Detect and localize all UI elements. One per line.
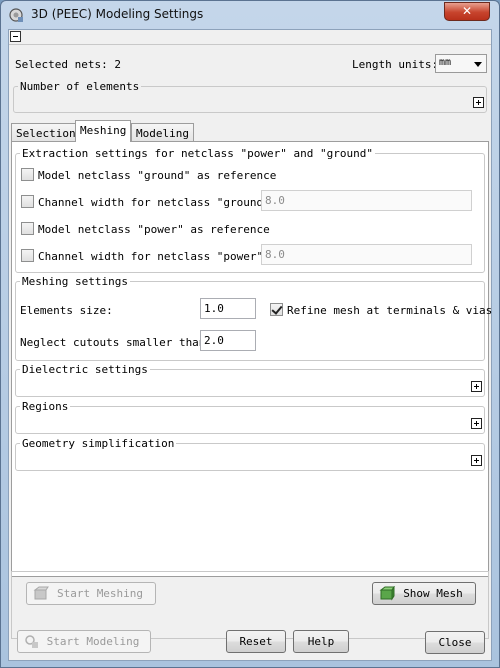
start-modeling-button[interactable]: Start Modeling bbox=[17, 630, 151, 653]
title-bar[interactable]: 3D (PEEC) Modeling Settings ✕ bbox=[1, 1, 499, 29]
modeling-icon bbox=[25, 635, 38, 648]
elements-size-label: Elements size: bbox=[20, 304, 113, 317]
dielectric-settings-title: Dielectric settings bbox=[20, 363, 150, 376]
close-button[interactable]: Close bbox=[425, 631, 485, 654]
power-reference-label: Model netclass "power" as reference bbox=[38, 223, 270, 236]
reset-button[interactable]: Reset bbox=[226, 630, 286, 653]
chevron-down-icon bbox=[474, 62, 482, 67]
geometry-simplification-group: Geometry simplification bbox=[15, 437, 485, 471]
dialog-client-area: Selected nets: 2 Length units: mm Number… bbox=[8, 29, 492, 661]
ground-reference-label: Model netclass "ground" as reference bbox=[38, 169, 277, 182]
length-units-label: Length units: bbox=[352, 58, 439, 71]
mesh-icon bbox=[33, 586, 49, 600]
extraction-settings-group: Extraction settings for netclass "power"… bbox=[15, 147, 485, 273]
dielectric-settings-group: Dielectric settings bbox=[15, 363, 485, 397]
start-meshing-button[interactable]: Start Meshing bbox=[26, 582, 156, 605]
power-channel-width-checkbox[interactable] bbox=[21, 249, 34, 262]
neglect-cutouts-field[interactable]: 2.0 bbox=[200, 330, 256, 351]
start-modeling-label: Start Modeling bbox=[46, 635, 140, 648]
ground-channel-width-field[interactable]: 8.0 bbox=[261, 190, 472, 211]
collapse-icon[interactable] bbox=[10, 31, 21, 42]
meshing-settings-title: Meshing settings bbox=[20, 275, 130, 288]
expand-regions-icon[interactable] bbox=[471, 418, 482, 429]
expand-dielectric-icon[interactable] bbox=[471, 381, 482, 392]
tab-modeling[interactable]: Modeling bbox=[131, 123, 194, 142]
meshing-actions-frame: Start Meshing Show Mesh bbox=[11, 571, 489, 639]
geometry-simplification-title: Geometry simplification bbox=[20, 437, 177, 450]
app-icon bbox=[9, 8, 23, 22]
length-units-value: mm bbox=[439, 57, 452, 68]
power-reference-checkbox[interactable] bbox=[21, 222, 34, 235]
help-button[interactable]: Help bbox=[293, 630, 349, 653]
show-mesh-label: Show Mesh bbox=[403, 587, 463, 600]
extraction-settings-title: Extraction settings for netclass "power"… bbox=[20, 147, 375, 160]
regions-title: Regions bbox=[20, 400, 71, 413]
start-meshing-label: Start Meshing bbox=[56, 587, 144, 600]
dialog-window: 3D (PEEC) Modeling Settings ✕ Selected n… bbox=[0, 0, 500, 668]
number-of-elements-title: Number of elements bbox=[18, 80, 142, 93]
power-channel-width-label: Channel width for netclass "power": bbox=[38, 250, 270, 263]
power-channel-width-field[interactable]: 8.0 bbox=[261, 244, 472, 265]
expand-number-of-elements-icon[interactable] bbox=[473, 97, 484, 108]
selected-nets-label: Selected nets: 2 bbox=[15, 58, 121, 71]
ground-reference-checkbox[interactable] bbox=[21, 168, 34, 181]
tab-meshing[interactable]: Meshing bbox=[75, 120, 132, 142]
refine-mesh-label: Refine mesh at terminals & vias bbox=[287, 304, 493, 317]
window-title: 3D (PEEC) Modeling Settings bbox=[31, 7, 204, 21]
show-mesh-button[interactable]: Show Mesh bbox=[372, 582, 476, 605]
neglect-cutouts-label: Neglect cutouts smaller than: bbox=[20, 336, 213, 349]
refine-mesh-checkbox[interactable] bbox=[270, 303, 283, 316]
show-mesh-icon bbox=[379, 586, 395, 601]
meshing-settings-group: Meshing settings Elements size: 1.0 Refi… bbox=[15, 275, 492, 361]
regions-group: Regions bbox=[15, 400, 485, 434]
ground-channel-width-label: Channel width for netclass "ground": bbox=[38, 196, 277, 209]
number-of-elements-group: Number of elements bbox=[13, 80, 487, 113]
header-divider bbox=[9, 44, 491, 45]
length-units-select[interactable]: mm bbox=[435, 54, 487, 73]
ground-channel-width-checkbox[interactable] bbox=[21, 195, 34, 208]
meshing-tab-panel: Extraction settings for netclass "power"… bbox=[11, 141, 492, 577]
expand-geometry-icon[interactable] bbox=[471, 455, 482, 466]
tab-selection[interactable]: Selection bbox=[11, 123, 81, 142]
elements-size-field[interactable]: 1.0 bbox=[200, 298, 256, 319]
window-close-button[interactable]: ✕ bbox=[444, 2, 490, 21]
